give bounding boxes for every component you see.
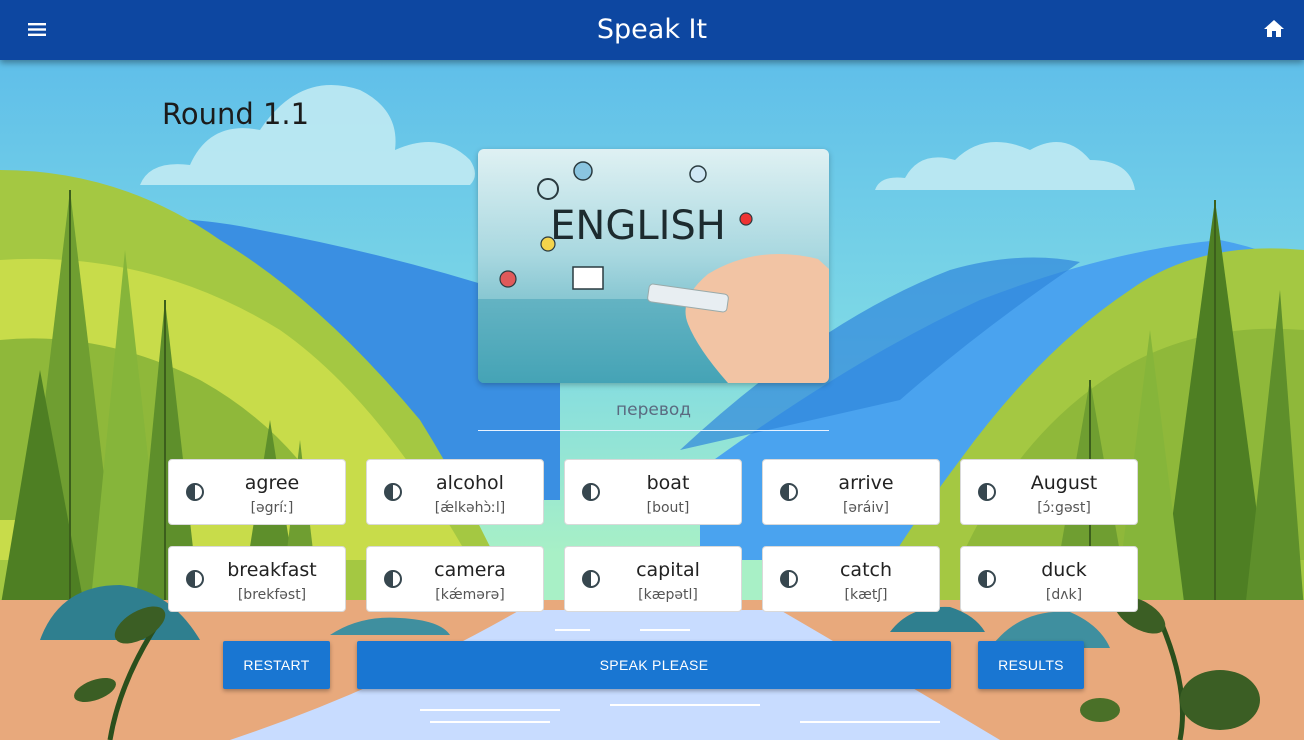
word-transcription: [əgríː] [250, 500, 294, 516]
word-transcription: [kǽmərə] [435, 587, 505, 603]
app-header: Speak It [0, 0, 1304, 60]
speaker-icon [978, 570, 996, 588]
word-text: arrive [838, 472, 894, 494]
word-transcription: [əráiv] [842, 500, 890, 516]
word-card[interactable]: capital [kæpətl] [564, 546, 742, 612]
restart-button[interactable]: Restart [223, 641, 330, 689]
word-picture: ENGLISH [478, 149, 829, 383]
word-card[interactable]: arrive [əráiv] [762, 459, 940, 525]
speaker-icon [186, 570, 204, 588]
word-transcription: [kætʃ] [844, 587, 888, 603]
speaker-icon [780, 570, 798, 588]
word-text: agree [244, 472, 300, 494]
translation-field: перевод [478, 400, 829, 431]
word-text: boat [646, 472, 690, 494]
word-card[interactable]: duck [dʌk] [960, 546, 1138, 612]
word-card[interactable]: camera [kǽmərə] [366, 546, 544, 612]
picture-caption: ENGLISH [550, 203, 726, 249]
round-label: Round 1.1 [162, 97, 310, 131]
word-card[interactable]: alcohol [ǽlkəhɔ̀ːl] [366, 459, 544, 525]
word-text: duck [1041, 559, 1087, 581]
word-text: capital [636, 559, 700, 581]
word-card[interactable]: August [ɔ́ːgəst] [960, 459, 1138, 525]
word-transcription: [ɔ́ːgəst] [1037, 500, 1091, 516]
speaker-icon [384, 570, 402, 588]
speaker-icon [582, 570, 600, 588]
home-icon[interactable] [1262, 17, 1286, 41]
word-card[interactable]: boat [bout] [564, 459, 742, 525]
word-card[interactable]: breakfast [brekfəst] [168, 546, 346, 612]
speaker-icon [780, 483, 798, 501]
speaker-icon [582, 483, 600, 501]
speaker-icon [384, 483, 402, 501]
word-transcription: [dʌk] [1045, 587, 1083, 603]
speaker-icon [186, 483, 204, 501]
results-button[interactable]: Results [978, 641, 1084, 689]
word-transcription: [ǽlkəhɔ̀ːl] [434, 500, 506, 516]
word-card[interactable]: catch [kætʃ] [762, 546, 940, 612]
speaker-icon [978, 483, 996, 501]
word-transcription: [bout] [646, 500, 690, 516]
word-text: camera [434, 559, 506, 581]
app-title: Speak It [596, 14, 708, 45]
speak-please-button[interactable]: Speak please [357, 641, 951, 689]
word-text: alcohol [436, 472, 504, 494]
word-card[interactable]: agree [əgríː] [168, 459, 346, 525]
word-transcription: [brekfəst] [237, 587, 307, 603]
word-text: breakfast [227, 559, 317, 581]
word-text: catch [839, 559, 893, 581]
word-text: August [1030, 472, 1098, 494]
word-transcription: [kæpətl] [638, 587, 698, 603]
